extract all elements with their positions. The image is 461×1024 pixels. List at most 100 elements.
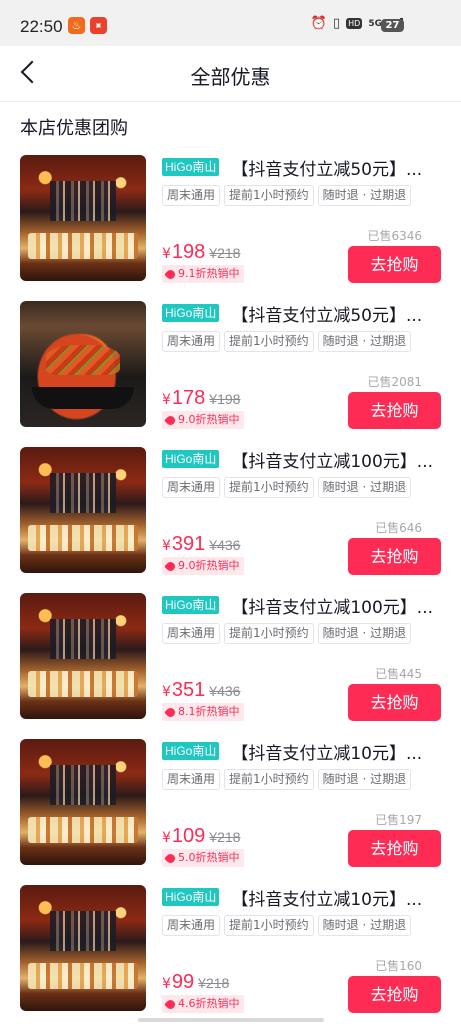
deal-chip: 随时退 · 过期退 (317, 331, 412, 352)
page-title: 全部优惠 (190, 65, 271, 89)
deal-title-row[interactable]: HiGo南山 【抖音支付立减10元】... (162, 887, 442, 907)
buy-now-button[interactable]: 去抢购 (348, 976, 441, 1013)
deal-chip: 周末通用 (162, 185, 221, 206)
deal-chips: 周末通用 提前1小时预约 随时退 · 过期退 (162, 915, 412, 936)
deal-chip: 周末通用 (162, 623, 221, 644)
deal-chip: 周末通用 (162, 477, 221, 498)
deal-title: 【抖音支付立减100元】... (231, 597, 434, 616)
discount-label: 9.0折热销中 (178, 413, 240, 426)
buy-now-button[interactable]: 去抢购 (348, 392, 441, 429)
deal-item[interactable]: HiGo南山 【抖音支付立减10元】... 周末通用 提前1小时预约 随时退 · 过期退… (0, 876, 461, 1022)
currency-symbol: ¥ (162, 976, 171, 992)
original-price: ¥198 (209, 391, 241, 407)
battery-icon: 27 (381, 19, 404, 32)
sold-count: 已售445 (375, 667, 422, 681)
deal-list: HiGo南山 【抖音支付立减50元】... 周末通用 提前1小时预约 随时退 · 过期退… (0, 146, 461, 1022)
deal-item[interactable]: HiGo南山 【抖音支付立减100元】... 周末通用 提前1小时预约 随时退 · 过期… (0, 584, 461, 730)
deal-price: 391 (171, 533, 206, 555)
discount-label: 9.1折热销中 (178, 267, 240, 280)
deal-price: 351 (171, 679, 206, 701)
discount-badge: 8.1折热销中 (162, 703, 244, 721)
deal-item[interactable]: HiGo南山 【抖音支付立减100元】... 周末通用 提前1小时预约 随时退 · 过期… (0, 438, 461, 584)
deal-chip: 周末通用 (162, 331, 221, 352)
price-tag-icon (164, 559, 177, 573)
deal-title-row[interactable]: HiGo南山 【抖音支付立减100元】... (162, 449, 442, 469)
discount-badge: 4.6折热销中 (162, 995, 244, 1013)
currency-symbol: ¥ (162, 684, 171, 700)
deal-price: 109 (171, 825, 206, 847)
price-row: ¥109 ¥218 (162, 825, 240, 848)
deal-chip: 周末通用 (162, 915, 221, 936)
shop-notification-icon: ▣ (90, 17, 107, 34)
deal-chips: 周末通用 提前1小时预约 随时退 · 过期退 (162, 331, 412, 352)
status-time: 22:50 (20, 17, 63, 36)
deal-title-row[interactable]: HiGo南山 【抖音支付立减50元】... (162, 157, 442, 177)
deal-chip: 随时退 · 过期退 (317, 915, 412, 936)
vibrate-icon: ▯ (333, 16, 341, 31)
deal-item[interactable]: HiGo南山 【抖音支付立减10元】... 周末通用 提前1小时预约 随时退 · 过期退… (0, 730, 461, 876)
deal-title: 【抖音支付立减50元】... (231, 159, 423, 178)
deal-chip: 提前1小时预约 (224, 185, 314, 206)
brand-badge: HiGo南山 (162, 450, 220, 468)
price-row: ¥351 ¥436 (162, 679, 240, 702)
deal-thumbnail[interactable] (20, 739, 146, 865)
deal-chip: 随时退 · 过期退 (317, 623, 412, 644)
buy-now-button[interactable]: 去抢购 (348, 538, 441, 575)
deal-chip: 提前1小时预约 (224, 477, 314, 498)
brand-badge: HiGo南山 (162, 158, 220, 176)
price-row: ¥99 ¥218 (162, 971, 229, 994)
deal-thumbnail[interactable] (20, 301, 146, 427)
sold-count: 已售197 (375, 813, 422, 827)
deal-item[interactable]: HiGo南山 【抖音支付立减50元】... 周末通用 提前1小时预约 随时退 · 过期退… (0, 146, 461, 292)
deal-title: 【抖音支付立减10元】... (231, 889, 423, 908)
discount-badge: 9.0折热销中 (162, 557, 244, 575)
currency-symbol: ¥ (162, 246, 171, 262)
deal-title-row[interactable]: HiGo南山 【抖音支付立减100元】... (162, 595, 442, 615)
nav-header: 全部优惠 (0, 46, 461, 102)
deal-price: 198 (171, 241, 206, 263)
price-tag-icon (164, 705, 177, 719)
currency-symbol: ¥ (162, 392, 171, 408)
hd-icon: HD (346, 18, 363, 29)
price-row: ¥391 ¥436 (162, 533, 240, 556)
network-type: 5G (368, 18, 382, 29)
original-price: ¥436 (209, 537, 241, 553)
deal-chip: 提前1小时预约 (224, 623, 314, 644)
deal-thumbnail[interactable] (20, 447, 146, 573)
deal-title-row[interactable]: HiGo南山 【抖音支付立减50元】... (162, 303, 442, 323)
brand-badge: HiGo南山 (162, 596, 220, 614)
status-bar: 22:50 ♨ ▣ ⏰ ▯ HD 5G 27 (0, 0, 461, 46)
alarm-icon: ⏰ (310, 16, 327, 31)
buy-now-button[interactable]: 去抢购 (348, 246, 441, 283)
discount-badge: 9.0折热销中 (162, 411, 244, 429)
brand-badge: HiGo南山 (162, 742, 220, 760)
original-price: ¥218 (209, 829, 241, 845)
sold-count: 已售2081 (367, 375, 422, 389)
home-indicator[interactable] (138, 1018, 324, 1022)
price-tag-icon (164, 413, 177, 427)
currency-symbol: ¥ (162, 830, 171, 846)
original-price: ¥218 (198, 975, 230, 991)
price-tag-icon (164, 267, 177, 281)
deal-thumbnail[interactable] (20, 155, 146, 281)
section-title: 本店优惠团购 (20, 118, 128, 139)
deal-chip: 随时退 · 过期退 (317, 185, 412, 206)
price-row: ¥198 ¥218 (162, 241, 240, 264)
deal-item[interactable]: HiGo南山 【抖音支付立减50元】... 周末通用 提前1小时预约 随时退 · 过期退… (0, 292, 461, 438)
deal-title-row[interactable]: HiGo南山 【抖音支付立减10元】... (162, 741, 442, 761)
buy-now-button[interactable]: 去抢购 (348, 830, 441, 867)
discount-label: 9.0折热销中 (178, 559, 240, 572)
discount-label: 5.0折热销中 (178, 851, 240, 864)
deal-thumbnail[interactable] (20, 885, 146, 1011)
deal-chip: 提前1小时预约 (224, 769, 314, 790)
deal-chip: 周末通用 (162, 769, 221, 790)
sold-count: 已售646 (375, 521, 422, 535)
deal-thumbnail[interactable] (20, 593, 146, 719)
buy-now-button[interactable]: 去抢购 (348, 684, 441, 721)
discount-label: 4.6折热销中 (178, 997, 240, 1010)
original-price: ¥436 (209, 683, 241, 699)
currency-symbol: ¥ (162, 538, 171, 554)
deal-chips: 周末通用 提前1小时预约 随时退 · 过期退 (162, 185, 412, 206)
original-price: ¥218 (209, 245, 241, 261)
discount-badge: 5.0折热销中 (162, 849, 244, 867)
